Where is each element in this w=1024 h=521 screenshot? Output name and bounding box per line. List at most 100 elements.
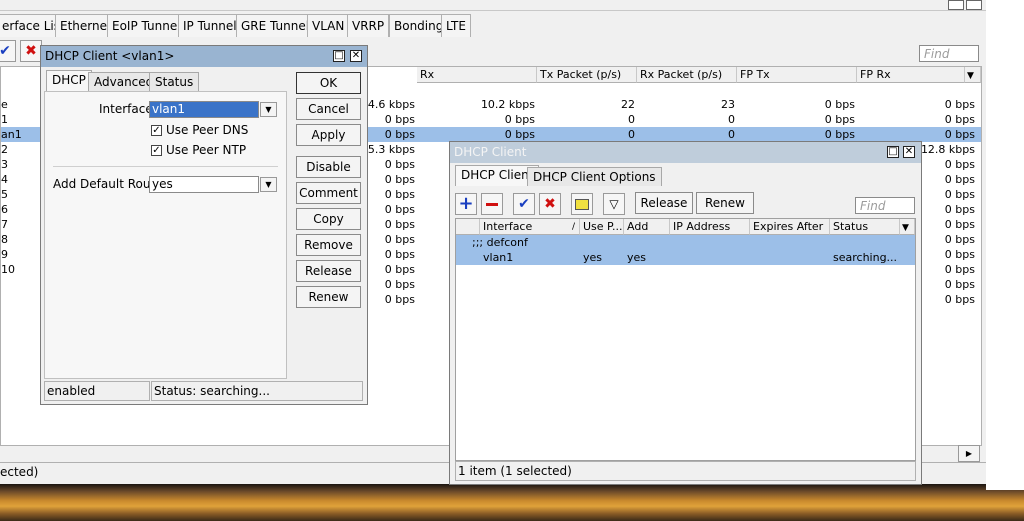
chevron-down-icon: ▼ [265, 105, 272, 114]
add-default-route-select[interactable]: yes [149, 176, 259, 193]
interface-dropdown[interactable]: ▼ [260, 102, 277, 117]
column-header-fp-rx[interactable]: FP Rx [857, 67, 965, 83]
enabled-status: enabled [44, 381, 150, 401]
table-row[interactable]: vlan1 yes yes searching... [456, 250, 915, 265]
list-title-bar[interactable]: DHCP Client [450, 142, 921, 163]
row-name: 1 [1, 113, 8, 126]
column-menu-button[interactable]: ▼ [900, 219, 915, 235]
cancel-button[interactable]: Cancel [296, 98, 361, 120]
release-button[interactable]: Release [296, 260, 361, 282]
column-header-ip-address[interactable]: IP Address [670, 219, 750, 235]
row-fptx: 0 bps [824, 98, 855, 111]
scroll-right-button[interactable]: ▶ [958, 445, 980, 462]
close-icon[interactable]: ✕ [903, 146, 915, 158]
row-rx: 10.2 kbps [480, 98, 535, 111]
row-fprx: 0 bps [944, 113, 975, 126]
copy-button[interactable]: Copy [296, 208, 361, 230]
column-header-status[interactable]: Status [830, 219, 900, 235]
dhcp-client-dialog: DHCP Client <vlan1> □ ✕ DHCP Advanced St… [40, 45, 368, 405]
column-header-use-peer[interactable]: Use P... [580, 219, 624, 235]
enable-button[interactable]: ✔ [0, 40, 16, 62]
comment-icon [575, 198, 589, 210]
chevron-down-icon: ▼ [967, 71, 974, 81]
use-peer-ntp-checkbox[interactable]: ✓ [151, 145, 162, 156]
dhcp-status: Status: searching... [151, 381, 363, 401]
dhcp-tab-panel: Interface: vlan1 ▼ ✓ Use Peer DNS ✓ Use … [44, 91, 287, 379]
row-fprx: 0 bps [944, 98, 975, 111]
enable-button[interactable]: ✔ [513, 193, 535, 215]
minus-icon [486, 202, 498, 206]
check-icon: ✔ [518, 196, 530, 212]
tab-bonding[interactable]: Bonding [389, 14, 449, 37]
tab-status[interactable]: Status [149, 72, 200, 91]
row-rxp: 0 [728, 113, 735, 126]
column-header-rx[interactable]: Rx [417, 67, 537, 83]
list-status-bar: 1 item (1 selected) [455, 461, 916, 481]
find-input[interactable]: Find [855, 197, 915, 214]
column-header-add-default[interactable]: Add D... [624, 219, 670, 249]
check-icon: ✔ [0, 43, 11, 59]
interface-select[interactable]: vlan1 [149, 101, 259, 118]
filter-icon: ▽ [609, 197, 619, 211]
comment-row[interactable]: ;;; defconf [456, 235, 915, 250]
use-peer-dns-checkbox[interactable]: ✓ [151, 125, 162, 136]
row-name: 4 [1, 173, 8, 186]
disable-button[interactable]: ✖ [539, 193, 561, 215]
close-icon[interactable] [966, 0, 982, 10]
dialog-title-bar[interactable]: DHCP Client <vlan1> [41, 46, 367, 67]
close-icon[interactable]: ✕ [350, 50, 362, 62]
column-header-rx-packet[interactable]: Rx Packet (p/s) [637, 67, 737, 83]
filter-button[interactable]: ▽ [603, 193, 625, 215]
status-text: ected) [0, 465, 39, 479]
remove-button[interactable]: Remove [296, 234, 361, 256]
dhcp-client-table: Interface / Use P... Add D... IP Address… [455, 218, 916, 461]
maximize-icon[interactable]: □ [333, 50, 345, 62]
column-header-tx-packet[interactable]: Tx Packet (p/s) [537, 67, 637, 83]
row-rxp: 23 [721, 98, 735, 111]
add-button[interactable]: + [455, 193, 477, 215]
tab-lte[interactable]: LTE [441, 14, 471, 37]
restore-icon[interactable] [948, 0, 964, 10]
apply-button[interactable]: Apply [296, 124, 361, 146]
row-name: e [1, 98, 8, 111]
ok-button[interactable]: OK [296, 72, 361, 94]
add-default-route-dropdown[interactable]: ▼ [260, 177, 277, 192]
column-header-expires-after[interactable]: Expires After [750, 219, 830, 235]
tab-dhcp-client-options[interactable]: DHCP Client Options [527, 167, 662, 186]
find-input[interactable]: Find [919, 45, 979, 62]
tab-gre-tunnel[interactable]: GRE Tunnel [236, 14, 315, 37]
disable-button[interactable]: ✖ [20, 40, 42, 62]
release-button[interactable]: Release [635, 192, 693, 214]
column-header-interface[interactable]: Interface / [480, 219, 580, 235]
disable-button[interactable]: Disable [296, 156, 361, 178]
tab-dhcp[interactable]: DHCP [46, 70, 92, 91]
row-interface: vlan1 [483, 251, 514, 264]
tab-eoip-tunnel[interactable]: EoIP Tunnel [107, 14, 186, 37]
dhcp-client-list-window: DHCP Client □ ✕ DHCP Client DHCP Client … [449, 141, 922, 485]
row-fprx: 0 bps [944, 128, 975, 141]
row-name: 9 [1, 248, 8, 261]
row-rxp: 0 [728, 128, 735, 141]
dhcp-status-text: Status: searching... [154, 384, 270, 398]
column-menu-button[interactable]: ▼ [965, 67, 981, 83]
column-header-fp-tx[interactable]: FP Tx [737, 67, 857, 83]
renew-button[interactable]: Renew [696, 192, 754, 214]
tab-vlan[interactable]: VLAN [307, 14, 350, 37]
list-title: DHCP Client [454, 145, 527, 159]
row-name: an1 [1, 128, 22, 141]
maximize-icon[interactable]: □ [887, 146, 899, 158]
row-rx: 0 bps [504, 128, 535, 141]
chevron-down-icon: ▼ [902, 223, 909, 233]
tab-ip-tunnel[interactable]: IP Tunnel [178, 14, 242, 37]
tab-vrrp[interactable]: VRRP [347, 14, 390, 37]
renew-button[interactable]: Renew [296, 286, 361, 308]
row-txp: 0 [628, 128, 635, 141]
row-name: 5 [1, 188, 8, 201]
comment-button[interactable] [571, 193, 593, 215]
row-name: 2 [1, 143, 8, 156]
comment-button[interactable]: Comment [296, 182, 361, 204]
row-name: 10 [1, 263, 15, 276]
cross-icon: ✖ [544, 196, 556, 212]
row-fptx: 0 bps [824, 113, 855, 126]
remove-button[interactable] [481, 193, 503, 215]
